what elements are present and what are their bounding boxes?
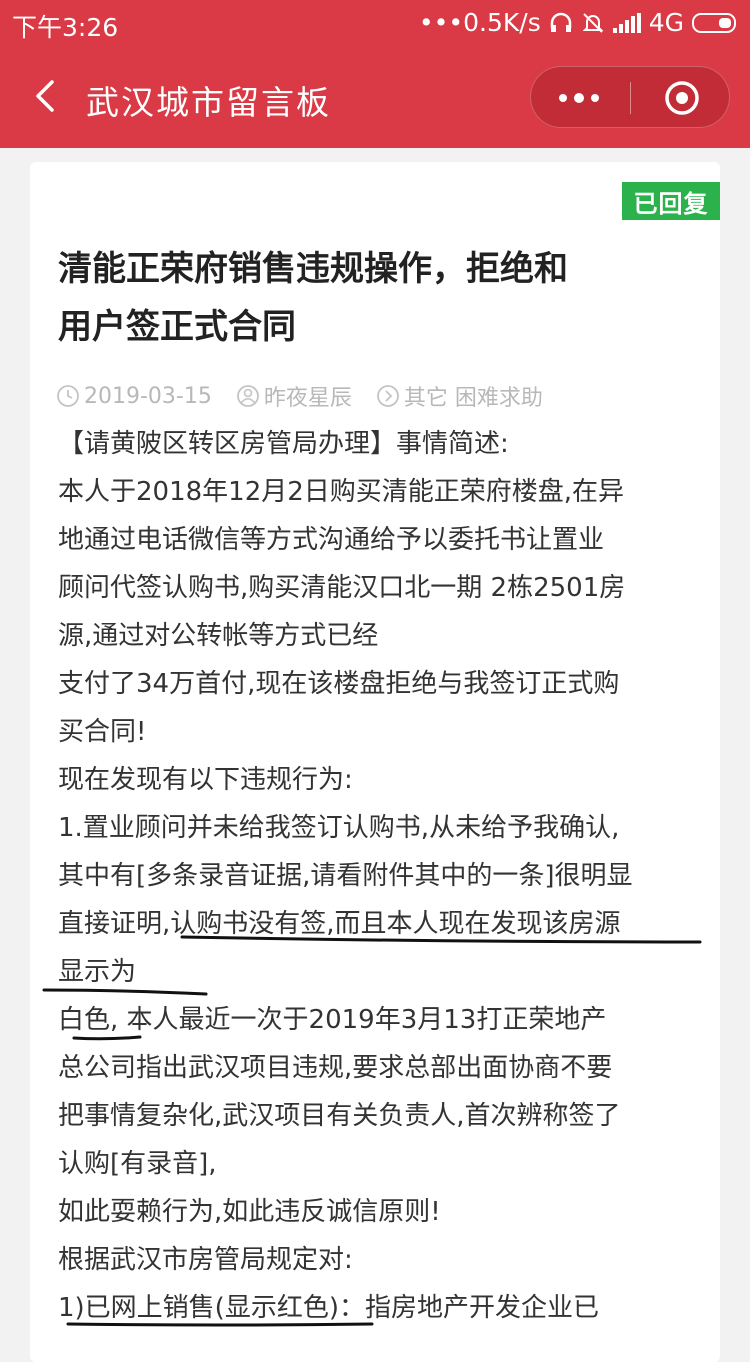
status-icons: •••0.5K/s 4G bbox=[419, 8, 736, 37]
signal-icon bbox=[612, 12, 641, 33]
mute-bell-icon bbox=[582, 12, 604, 33]
body-line: 白色, 本人最近一次于2019年3月13打正荣地产 bbox=[58, 1005, 607, 1035]
post-body: 【请黄陂区转区房管局办理】事情简述: 本人于2018年12月2日购买清能正荣府楼… bbox=[58, 420, 698, 1332]
clock-icon bbox=[57, 385, 79, 407]
body-line: 【请黄陂区转区房管局办理】事情简述: bbox=[58, 429, 509, 459]
body-line: 认购[有录音], bbox=[58, 1149, 217, 1179]
post-meta: 2019-03-15 昨夜星辰 其它 困难求助 bbox=[56, 380, 567, 412]
body-line: 总公司指出武汉项目违规,要求总部出面协商不要 bbox=[58, 1053, 613, 1083]
post-category: 其它 困难求助 bbox=[403, 386, 543, 411]
body-line: 直接证明,认购书没有签,而且本人现在发现该房源 bbox=[58, 909, 621, 939]
body-line: 买合同! bbox=[58, 717, 147, 747]
body-line: 支付了34万首付,现在该楼盘拒绝与我签订正式购 bbox=[58, 669, 620, 699]
post-author: 昨夜星辰 bbox=[263, 386, 352, 411]
body-line: 现在发现有以下违规行为: bbox=[58, 765, 353, 795]
capsule-divider bbox=[630, 82, 631, 114]
body-line: 地通过电话微信等方式沟通给予以委托书让置业 bbox=[58, 525, 605, 555]
body-line: 其中有[多条录音证据,请看附件其中的一条]很明显 bbox=[58, 861, 633, 891]
body-line: 源,通过对公转帐等方式已经 bbox=[58, 621, 379, 651]
post-title: 清能正荣府销售违规操作，拒绝和 用户签正式合同 bbox=[58, 240, 698, 356]
date-meta: 2019-03-15 bbox=[56, 384, 212, 409]
post-card: 已回复 清能正荣府销售违规操作，拒绝和 用户签正式合同 2019-03-15 昨… bbox=[30, 162, 720, 1362]
headphones-icon bbox=[550, 12, 571, 32]
post-title-line: 用户签正式合同 bbox=[58, 307, 296, 347]
target-circle-icon[interactable] bbox=[664, 80, 700, 116]
status-time: 下午3:26 bbox=[12, 13, 119, 42]
body-line: 根据武汉市房管局规定对: bbox=[58, 1245, 353, 1275]
body-line: 显示为 bbox=[58, 957, 137, 987]
body-line: 1.置业顾问并未给我签订认购书,从未给予我确认, bbox=[58, 813, 620, 843]
body-line: 本人于2018年12月2日购买清能正荣府楼盘,在异 bbox=[58, 477, 625, 507]
body-line: 如此耍赖行为,如此违反诚信原则! bbox=[58, 1197, 441, 1227]
status-badge: 已回复 bbox=[622, 182, 720, 220]
mini-program-capsule bbox=[530, 66, 730, 128]
battery-icon bbox=[692, 12, 736, 33]
user-icon bbox=[236, 385, 259, 407]
more-dots-icon[interactable] bbox=[559, 93, 599, 103]
body-line: 1)已网上销售(显示红色)：指房地产开发企业已 bbox=[58, 1293, 599, 1323]
post-date: 2019-03-15 bbox=[84, 383, 212, 409]
net-speed: •••0.5K/s bbox=[418, 8, 541, 37]
post-title-line: 清能正荣府销售违规操作，拒绝和 bbox=[58, 249, 568, 289]
chevron-left-icon[interactable] bbox=[26, 76, 66, 116]
network-type: 4G bbox=[648, 8, 684, 37]
author-meta: 昨夜星辰 bbox=[236, 380, 352, 412]
chevron-circle-icon bbox=[376, 385, 399, 407]
body-line: 顾问代签认购书,购买清能汉口北一期 2栋2501房 bbox=[58, 573, 626, 603]
page-title: 武汉城市留言板 bbox=[86, 83, 331, 122]
category-meta: 其它 困难求助 bbox=[376, 380, 543, 412]
status-bar: 下午3:26 •••0.5K/s 4G bbox=[0, 0, 750, 46]
body-line: 把事情复杂化,武汉项目有关负责人,首次辨称签了 bbox=[58, 1101, 621, 1131]
navbar: 武汉城市留言板 bbox=[0, 46, 750, 148]
